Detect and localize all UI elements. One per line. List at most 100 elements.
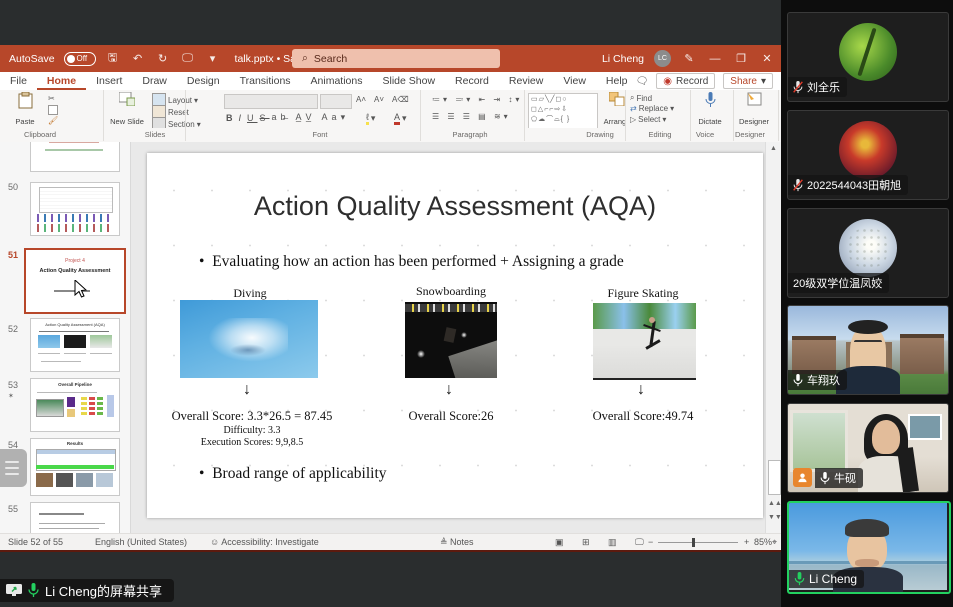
tab-home[interactable]: Home <box>37 72 86 90</box>
search-icon: ⌕ <box>302 52 308 65</box>
find-button[interactable]: ⌕Find <box>630 93 652 103</box>
cut-icon[interactable]: ✂ <box>48 94 55 103</box>
participant-tile[interactable]: 刘全乐 <box>787 12 949 102</box>
participant-badge <box>793 468 812 487</box>
dictate-button[interactable]: Dictate <box>693 92 727 126</box>
mini-video-block <box>36 399 64 417</box>
fit-slide-button[interactable]: ⌖ <box>772 537 777 548</box>
status-bar: Slide 52 of 55 English (United States) ☺… <box>0 533 781 551</box>
align-buttons[interactable]: ☰ ☰ ☰ ▤ ≋▾ <box>432 112 511 121</box>
zoom-slider[interactable] <box>658 542 738 543</box>
font-color-icon[interactable]: A▾ <box>394 112 407 125</box>
thumbnail-slide-49[interactable] <box>30 142 120 172</box>
accessibility-status[interactable]: ☺ Accessibility: Investigate <box>210 537 319 547</box>
close-button[interactable]: ✕ <box>759 52 775 65</box>
previous-slide-button[interactable]: ▲▲ <box>768 500 779 507</box>
minimize-button[interactable]: — <box>707 53 723 65</box>
restore-button[interactable]: ❐ <box>733 52 749 65</box>
diving-image[interactable] <box>180 300 318 378</box>
editor-scrollbar[interactable]: ▲ ▲▲ ▼▼ <box>765 142 782 533</box>
slide-bullet-1[interactable]: • Evaluating how an action has been perf… <box>199 253 624 271</box>
font-name-box[interactable] <box>224 94 318 109</box>
notes-button[interactable]: ≜ Notes <box>440 537 474 548</box>
zoom-slider-knob[interactable] <box>692 538 695 547</box>
replace-button[interactable]: ⇄Replace▾ <box>630 104 674 113</box>
designer-icon <box>746 92 762 106</box>
new-slide-button[interactable]: New Slide <box>110 92 144 126</box>
tab-slideshow[interactable]: Slide Show <box>373 72 446 90</box>
slide-title[interactable]: Action Quality Assessment (AQA) <box>147 191 763 222</box>
tab-view[interactable]: View <box>553 72 596 90</box>
tab-help[interactable]: Help <box>596 72 638 90</box>
autosave-toggle[interactable]: Off <box>64 52 96 66</box>
light-spot <box>417 350 425 358</box>
slide-bullet-2[interactable]: • Broad range of applicability <box>199 465 387 483</box>
undo-icon[interactable]: ↶ <box>130 52 146 65</box>
font-style-buttons[interactable]: BIUS ab̶ A̲V̲ Aa▾ <box>226 112 349 123</box>
slide-canvas[interactable]: Action Quality Assessment (AQA) • Evalua… <box>147 153 763 518</box>
paste-button[interactable]: Paste <box>8 92 42 126</box>
slide-indicator[interactable]: Slide 52 of 55 <box>8 537 63 547</box>
scrollbar-thumb[interactable] <box>768 460 781 495</box>
tab-design[interactable]: Design <box>177 72 230 90</box>
tab-insert[interactable]: Insert <box>86 72 132 90</box>
comment-icon[interactable]: 🗨 <box>636 76 649 87</box>
thumbnail-slide-51-selected[interactable]: Project 4 Action Quality Assessment <box>24 248 126 314</box>
shrink-font-icon[interactable]: A˅ <box>374 95 384 104</box>
search-box[interactable]: ⌕ Search <box>292 49 500 68</box>
user-avatar[interactable]: LC <box>654 50 671 67</box>
floating-toolbar-handle[interactable] <box>0 449 27 487</box>
zoom-level[interactable]: 85% <box>754 537 772 547</box>
tab-file[interactable]: File <box>0 72 37 90</box>
participant-tile-active-speaker[interactable]: Li Cheng <box>787 501 951 594</box>
share-button[interactable]: Share▾ <box>723 73 773 89</box>
share-caret-icon: ▾ <box>761 76 766 87</box>
grow-font-icon[interactable]: A˄ <box>356 95 366 104</box>
present-icon[interactable]: 🖵 <box>180 52 196 65</box>
qat-caret-icon[interactable]: ▾ <box>205 52 221 65</box>
designer-button[interactable]: Designer <box>737 92 771 126</box>
figure-skating-image[interactable] <box>593 303 696 380</box>
zoom-in-button[interactable]: + <box>744 537 749 547</box>
scroll-up-icon[interactable]: ▲ <box>768 145 779 152</box>
save-icon[interactable]: 🖫 <box>105 49 121 68</box>
thumbnail-slide-50[interactable] <box>30 182 120 236</box>
tab-review[interactable]: Review <box>499 72 553 90</box>
font-size-box[interactable] <box>320 94 352 109</box>
participant-tile-video[interactable]: 车翔玖 <box>787 305 949 395</box>
column-header-diving: Diving <box>190 286 310 301</box>
screen-share-indicator[interactable]: Li Cheng的屏幕共享 <box>0 579 174 602</box>
shapes-gallery[interactable]: ▭▱╲╱◻○◻△⌐⌐⇨⇩⬠☁⌒⌓{ } <box>528 93 598 129</box>
bullets-numbering-indent-icons[interactable]: ≔▾ ≕▾ ⇤ ⇥ ↕▾ <box>432 95 522 104</box>
slide-number: 50 <box>8 182 18 192</box>
thumbnail-slide-55[interactable] <box>30 502 120 533</box>
tab-animations[interactable]: Animations <box>301 72 373 90</box>
language-indicator[interactable]: English (United States) <box>95 537 187 547</box>
hair <box>848 320 888 334</box>
highlight-color-icon[interactable]: ℓ▾ <box>366 112 375 125</box>
thumbnail-slide-54[interactable]: Results <box>30 438 120 496</box>
zoom-out-button[interactable]: − <box>648 537 653 547</box>
format-painter-icon[interactable]: 🖌 <box>48 116 58 125</box>
snowboarding-image[interactable] <box>405 302 497 378</box>
avatar <box>839 121 897 179</box>
thumbnail-slide-52[interactable]: Action Quality Assessment (AQA) <box>30 318 120 372</box>
tab-record[interactable]: Record <box>445 72 499 90</box>
view-buttons[interactable]: ▣ ⊞ ▥ 🖵 <box>555 537 652 548</box>
redo-icon[interactable]: ↻ <box>155 52 171 65</box>
tab-transitions[interactable]: Transitions <box>230 72 301 90</box>
user-name[interactable]: Li Cheng <box>602 53 644 65</box>
score-skating: Overall Score:49.74 <box>563 409 723 424</box>
thumbnail-slide-53[interactable]: Overall Pipeline <box>30 378 120 432</box>
participant-tile[interactable]: 20级双学位温凤姣 <box>787 208 949 298</box>
titlebar-right: Li Cheng LC ✎ — ❐ ✕ <box>602 45 775 72</box>
copy-icon[interactable] <box>48 105 58 115</box>
participant-tile-video[interactable]: 牛砚 <box>787 403 949 493</box>
pen-icon[interactable]: ✎ <box>681 52 697 65</box>
select-button[interactable]: ▷Select▾ <box>630 115 666 124</box>
clear-format-icon[interactable]: A⌫ <box>392 95 409 104</box>
record-button[interactable]: ◉Record <box>656 73 715 89</box>
participant-tile[interactable]: 2022544043田朝旭 <box>787 110 949 200</box>
tab-draw[interactable]: Draw <box>132 72 177 90</box>
next-slide-button[interactable]: ▼▼ <box>768 514 779 521</box>
